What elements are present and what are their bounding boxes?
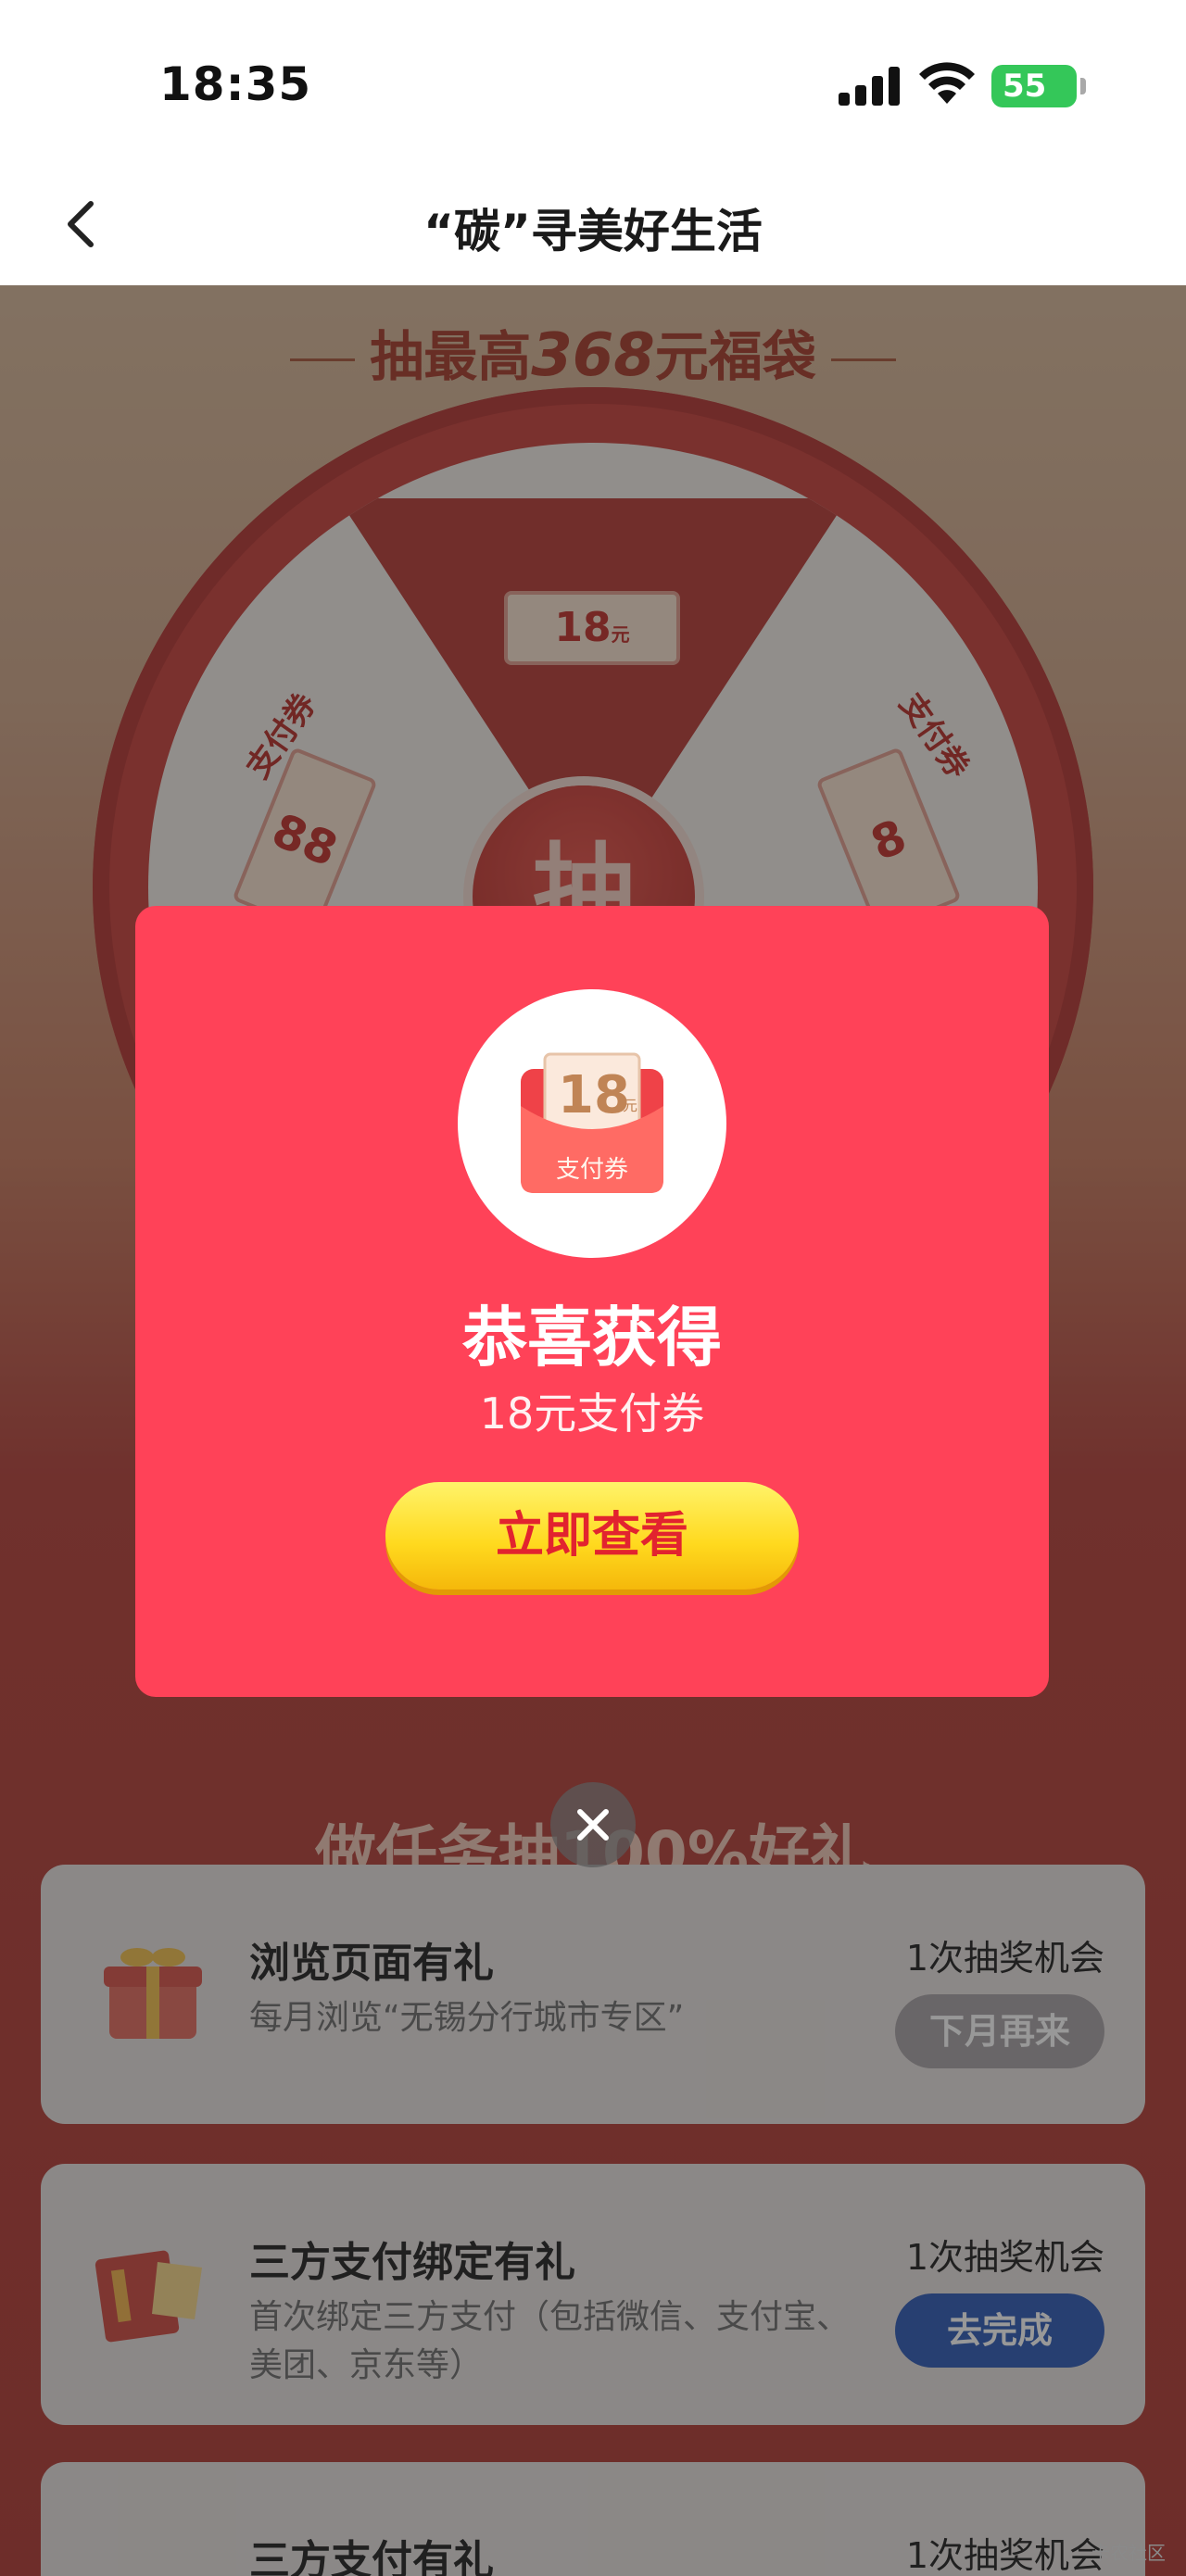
cellular-signal-icon (839, 65, 903, 106)
close-modal-button[interactable] (550, 1782, 636, 1867)
status-time: 18:35 (159, 57, 312, 111)
battery-icon: 55 (991, 65, 1086, 107)
modal-title: 恭喜获得 (462, 1300, 722, 1376)
wifi-icon (919, 62, 975, 104)
view-now-button[interactable]: 立即查看 (385, 1482, 799, 1590)
close-icon (577, 1809, 609, 1841)
page-title: “碳”寻美好生活 (423, 205, 763, 258)
watermark: 卡农社区 (1091, 2542, 1166, 2564)
prize-text: 18元支付券 (479, 1389, 705, 1439)
prize-badge: 18 元 支付券 (458, 989, 726, 1258)
status-bar: 18:35 55 (0, 0, 1186, 167)
nav-bar: “碳”寻美好生活 (0, 167, 1186, 285)
envelope-label: 支付券 (555, 1156, 628, 1184)
prize-modal: 18 元 支付券 恭喜获得 18元支付券 立即查看 (135, 906, 1049, 1697)
envelope-unit: 元 (623, 1097, 638, 1114)
envelope-value: 18 (558, 1065, 630, 1125)
